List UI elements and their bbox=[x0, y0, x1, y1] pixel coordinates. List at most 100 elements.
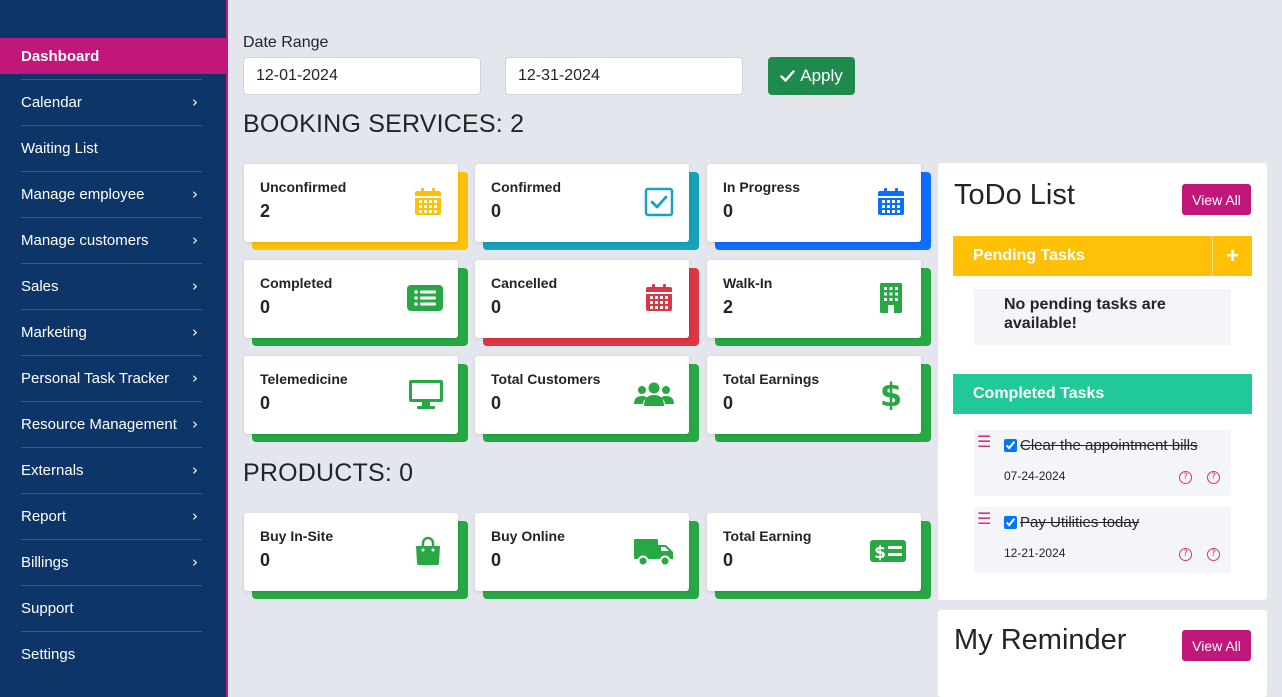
stat-card-unconfirmed[interactable]: Unconfirmed 2 bbox=[244, 164, 468, 252]
chevron-right-icon: › bbox=[192, 231, 198, 249]
help-icon[interactable]: ? bbox=[1179, 548, 1192, 561]
drag-handle-icon[interactable]: ☰ bbox=[977, 509, 991, 528]
stat-card-telemedicine[interactable]: Telemedicine 0 bbox=[244, 356, 468, 444]
card-body: Buy Online 0 bbox=[475, 513, 689, 591]
truck-icon bbox=[633, 535, 675, 567]
sidebar-item-label: Resource Management bbox=[21, 415, 177, 433]
todo-title: ToDo List bbox=[954, 179, 1075, 211]
task-text: Clear the appointment bills bbox=[1020, 437, 1198, 454]
card-body: Buy In-Site 0 bbox=[244, 513, 458, 591]
sidebar-divider bbox=[21, 171, 202, 172]
card-body: Cancelled 0 bbox=[475, 260, 689, 338]
sidebar-item-billings[interactable]: Billings › bbox=[0, 544, 226, 580]
help-icon[interactable]: ? bbox=[1179, 471, 1192, 484]
sidebar-divider bbox=[21, 217, 202, 218]
users-icon bbox=[633, 378, 675, 410]
stat-card-buy-in-site[interactable]: Buy In-Site 0 bbox=[244, 513, 468, 601]
sidebar-item-marketing[interactable]: Marketing › bbox=[0, 314, 226, 350]
sidebar-item-resource-management[interactable]: Resource Management › bbox=[0, 406, 226, 442]
sidebar-item-label: Marketing bbox=[21, 323, 87, 341]
monitor-icon bbox=[408, 378, 444, 410]
card-body: Total Earning 0 $ bbox=[707, 513, 921, 591]
stat-card-total-earning[interactable]: Total Earning 0 $ bbox=[707, 513, 931, 601]
drag-handle-icon[interactable]: ☰ bbox=[977, 432, 991, 451]
sidebar-item-personal-task-tracker[interactable]: Personal Task Tracker › bbox=[0, 360, 226, 396]
pending-tasks-header[interactable]: Pending Tasks + bbox=[953, 236, 1252, 276]
checkbox-check-icon bbox=[643, 186, 675, 218]
task-checkbox[interactable] bbox=[1004, 516, 1017, 529]
task-checkbox[interactable] bbox=[1004, 439, 1017, 452]
sidebar-item-label: Dashboard bbox=[21, 47, 100, 65]
card-body: Total Customers 0 bbox=[475, 356, 689, 434]
help-icon[interactable]: ? bbox=[1207, 548, 1220, 561]
card-body: Confirmed 0 bbox=[475, 164, 689, 242]
apply-button[interactable]: Apply bbox=[768, 57, 855, 95]
sidebar-item-settings[interactable]: Settings bbox=[0, 636, 226, 672]
stat-card-cancelled[interactable]: Cancelled 0 bbox=[475, 260, 699, 348]
sidebar-item-dashboard[interactable]: Dashboard bbox=[0, 38, 226, 74]
sidebar-item-manage-employee[interactable]: Manage employee › bbox=[0, 176, 226, 212]
calendar-icon bbox=[412, 186, 444, 218]
end-date-input[interactable] bbox=[505, 57, 743, 95]
building-icon bbox=[875, 282, 907, 314]
sidebar-item-label: Report bbox=[21, 507, 67, 525]
pending-tasks-label: Pending Tasks bbox=[973, 247, 1085, 264]
sidebar-divider bbox=[21, 125, 202, 126]
list-icon bbox=[406, 282, 444, 314]
chevron-right-icon: › bbox=[192, 507, 198, 525]
task-date: 07-24-2024 bbox=[1004, 469, 1066, 483]
sidebar-item-support[interactable]: Support bbox=[0, 590, 226, 626]
sidebar-item-waiting-list[interactable]: Waiting List bbox=[0, 130, 226, 166]
card-body: Completed 0 bbox=[244, 260, 458, 338]
help-icon[interactable]: ? bbox=[1207, 471, 1220, 484]
sidebar-item-label: Calendar bbox=[21, 93, 82, 111]
add-task-button[interactable]: + bbox=[1212, 236, 1252, 276]
dollar-icon: $ bbox=[875, 376, 907, 414]
task-text: Pay Utilities today bbox=[1020, 514, 1140, 531]
chevron-right-icon: › bbox=[192, 369, 198, 387]
card-body: Total Earnings 0 $ bbox=[707, 356, 921, 434]
sidebar-divider bbox=[21, 263, 202, 264]
card-body: Walk-In 2 bbox=[707, 260, 921, 338]
stat-card-confirmed[interactable]: Confirmed 0 bbox=[475, 164, 699, 252]
no-pending-tasks-message: No pending tasks are available! bbox=[974, 289, 1231, 345]
sidebar-item-label: Billings bbox=[21, 553, 69, 571]
stat-card-total-customers[interactable]: Total Customers 0 bbox=[475, 356, 699, 444]
sidebar-item-label: Manage employee bbox=[21, 185, 145, 203]
reminder-view-all-button[interactable]: View All bbox=[1182, 630, 1251, 661]
sidebar-item-manage-customers[interactable]: Manage customers › bbox=[0, 222, 226, 258]
shopping-bag-icon bbox=[412, 535, 444, 567]
completed-task-item: ☰ Pay Utilities today 12-21-2024?? bbox=[974, 507, 1231, 573]
calendar-cancel-icon bbox=[643, 282, 675, 314]
chevron-right-icon: › bbox=[192, 415, 198, 433]
sidebar-item-label: Settings bbox=[21, 645, 76, 663]
sidebar-divider bbox=[21, 539, 202, 540]
chevron-right-icon: › bbox=[192, 553, 198, 571]
sidebar-divider bbox=[21, 585, 202, 586]
todo-view-all-button[interactable]: View All bbox=[1182, 184, 1251, 215]
chevron-right-icon: › bbox=[192, 277, 198, 295]
date-range-label: Date Range bbox=[243, 34, 329, 51]
svg-text:$: $ bbox=[880, 378, 902, 410]
sidebar-item-sales[interactable]: Sales › bbox=[0, 268, 226, 304]
sidebar-item-label: Sales bbox=[21, 277, 59, 295]
start-date-input[interactable] bbox=[243, 57, 481, 95]
completed-tasks-label: Completed Tasks bbox=[973, 385, 1105, 402]
stat-card-buy-online[interactable]: Buy Online 0 bbox=[475, 513, 699, 601]
stat-card-walk-in[interactable]: Walk-In 2 bbox=[707, 260, 931, 348]
reminder-title: My Reminder bbox=[954, 624, 1127, 656]
products-title: PRODUCTS: 0 bbox=[243, 459, 414, 487]
stat-card-in-progress[interactable]: In Progress 0 bbox=[707, 164, 931, 252]
chevron-right-icon: › bbox=[192, 461, 198, 479]
stat-card-total-earnings[interactable]: Total Earnings 0 $ bbox=[707, 356, 931, 444]
card-body: In Progress 0 bbox=[707, 164, 921, 242]
check-icon bbox=[780, 70, 795, 82]
sidebar-item-label: Externals bbox=[21, 461, 84, 479]
sidebar-item-report[interactable]: Report › bbox=[0, 498, 226, 534]
completed-tasks-header[interactable]: Completed Tasks bbox=[953, 374, 1252, 414]
sidebar-divider bbox=[21, 631, 202, 632]
sidebar-item-externals[interactable]: Externals › bbox=[0, 452, 226, 488]
sidebar-item-calendar[interactable]: Calendar › bbox=[0, 84, 226, 120]
card-body: Telemedicine 0 bbox=[244, 356, 458, 434]
stat-card-completed[interactable]: Completed 0 bbox=[244, 260, 468, 348]
